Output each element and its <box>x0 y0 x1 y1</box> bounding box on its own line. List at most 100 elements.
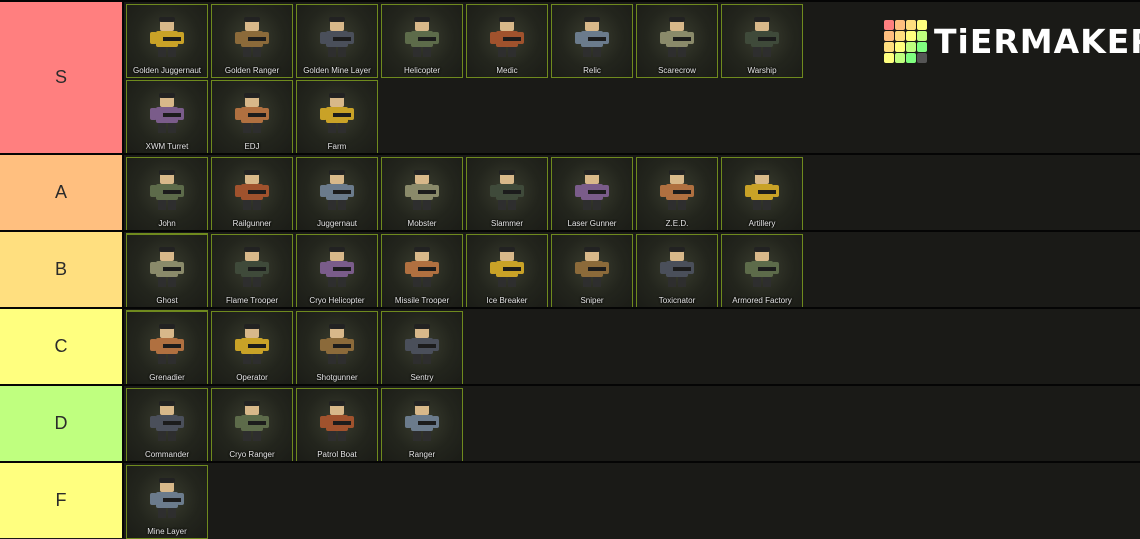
tier-item-label: Sniper <box>580 296 604 305</box>
unit-figure-icon <box>485 15 529 59</box>
tier-item[interactable]: Golden Ranger <box>211 4 293 78</box>
tier-item[interactable]: Operator <box>211 311 293 385</box>
tier-item[interactable]: Toxicnator <box>636 234 718 308</box>
unit-figure-icon <box>145 399 189 443</box>
tier-items-area[interactable]: Ghost Flame Trooper Cryo Helicopter Missile… <box>124 232 1140 384</box>
tier-item[interactable]: EDJ <box>211 80 293 154</box>
tier-item[interactable]: Farm <box>296 80 378 154</box>
tier-item[interactable]: Ghost <box>126 234 208 308</box>
tier-item[interactable]: Slammer <box>466 157 548 231</box>
tier-item[interactable]: Ice Breaker <box>466 234 548 308</box>
tier-item[interactable]: Warship <box>721 4 803 78</box>
unit-figure-icon <box>740 168 784 212</box>
tier-item[interactable]: John <box>126 157 208 231</box>
tier-item[interactable]: XWM Turret <box>126 80 208 154</box>
tier-item[interactable]: Armored Factory <box>721 234 803 308</box>
logo-grid-cell <box>884 42 894 52</box>
tier-items-area[interactable]: John Railgunner Juggernaut Mobster Slammer La… <box>124 155 1140 307</box>
tier-item[interactable]: Missile Trooper <box>381 234 463 308</box>
tier-item-label: Laser Gunner <box>567 219 617 228</box>
tier-item-label: Armored Factory <box>732 296 792 305</box>
unit-figure-icon <box>145 245 189 289</box>
tier-item[interactable]: Ranger <box>381 388 463 462</box>
logo-grid-cell <box>884 53 894 63</box>
tier-row-f: F Mine Layer <box>0 461 1140 539</box>
unit-figure-icon <box>400 168 444 212</box>
tier-item[interactable]: Patrol Boat <box>296 388 378 462</box>
tier-item[interactable]: Cryo Helicopter <box>296 234 378 308</box>
unit-figure-icon <box>740 15 784 59</box>
unit-figure-icon <box>315 245 359 289</box>
logo-grid-cell <box>895 42 905 52</box>
logo-grid-cell <box>895 31 905 41</box>
tier-item-label: Ghost <box>156 296 178 305</box>
tier-item[interactable]: Golden Juggernaut <box>126 4 208 78</box>
tier-item-label: Ranger <box>408 450 436 459</box>
tier-item-label: Toxicnator <box>658 296 696 305</box>
unit-figure-icon <box>570 245 614 289</box>
unit-figure-icon <box>230 245 274 289</box>
unit-figure-icon <box>400 322 444 366</box>
tier-item[interactable]: Commander <box>126 388 208 462</box>
unit-figure-icon <box>570 168 614 212</box>
tier-item[interactable]: Medic <box>466 4 548 78</box>
logo-grid-cell <box>906 53 916 63</box>
logo-grid-cell <box>917 53 927 63</box>
tier-item-label: Medic <box>496 66 518 75</box>
tier-item[interactable]: Grenadier <box>126 311 208 385</box>
unit-figure-icon <box>230 399 274 443</box>
tier-item[interactable]: Cryo Ranger <box>211 388 293 462</box>
tier-item-label: Golden Ranger <box>224 66 280 75</box>
tier-item-label: Juggernaut <box>316 219 358 228</box>
unit-figure-icon <box>145 168 189 212</box>
tier-item[interactable]: Mine Layer <box>126 465 208 539</box>
unit-figure-icon <box>145 322 189 366</box>
tier-item[interactable]: Relic <box>551 4 633 78</box>
unit-figure-icon <box>315 91 359 135</box>
tier-item[interactable]: Helicopter <box>381 4 463 78</box>
tier-item[interactable]: Sentry <box>381 311 463 385</box>
tier-item[interactable]: Artillery <box>721 157 803 231</box>
tier-item-label: Farm <box>327 142 347 151</box>
unit-figure-icon <box>740 245 784 289</box>
tier-item-label: Railgunner <box>232 219 272 228</box>
unit-figure-icon <box>400 399 444 443</box>
unit-figure-icon <box>315 322 359 366</box>
tier-item-label: Mobster <box>407 219 437 228</box>
tier-item[interactable]: Scarecrow <box>636 4 718 78</box>
tier-row-d: D Commander Cryo Ranger Patrol Boat Ranger <box>0 384 1140 462</box>
logo-grid-icon <box>884 20 928 64</box>
tier-label-d[interactable]: D <box>0 386 124 461</box>
unit-figure-icon <box>145 476 189 520</box>
tier-item[interactable]: Golden Mine Layer <box>296 4 378 78</box>
tier-items-area[interactable]: Commander Cryo Ranger Patrol Boat Ranger <box>124 386 1140 462</box>
tier-label-c[interactable]: C <box>0 309 124 384</box>
tier-item[interactable]: Shotgunner <box>296 311 378 385</box>
logo-grid-cell <box>917 31 927 41</box>
tier-item-label: Warship <box>747 66 777 75</box>
unit-figure-icon <box>145 91 189 135</box>
tier-label-s[interactable]: S <box>0 2 124 153</box>
tier-label-a[interactable]: A <box>0 155 124 230</box>
tier-item[interactable]: Juggernaut <box>296 157 378 231</box>
tier-row-b: B Ghost Flame Trooper Cryo Helicopter Missil… <box>0 230 1140 384</box>
logo-grid-cell <box>917 20 927 30</box>
tier-row-a: A John Railgunner Juggernaut Mobster Slammer L… <box>0 153 1140 307</box>
unit-figure-icon <box>230 322 274 366</box>
tier-item[interactable]: Sniper <box>551 234 633 308</box>
tier-items-area[interactable]: Mine Layer <box>124 463 1140 539</box>
tier-label-f[interactable]: F <box>0 463 124 538</box>
tier-label-b[interactable]: B <box>0 232 124 307</box>
tier-item-label: Scarecrow <box>658 66 696 75</box>
tier-item[interactable]: Railgunner <box>211 157 293 231</box>
tier-items-area[interactable]: Grenadier Operator Shotgunner Sentry <box>124 309 1140 385</box>
unit-figure-icon <box>315 15 359 59</box>
tier-item[interactable]: Laser Gunner <box>551 157 633 231</box>
tier-item[interactable]: Mobster <box>381 157 463 231</box>
tier-item[interactable]: Z.E.D. <box>636 157 718 231</box>
logo-grid-cell <box>895 20 905 30</box>
tier-item[interactable]: Flame Trooper <box>211 234 293 308</box>
unit-figure-icon <box>315 168 359 212</box>
unit-figure-icon <box>655 168 699 212</box>
tier-item-label: Slammer <box>490 219 523 228</box>
